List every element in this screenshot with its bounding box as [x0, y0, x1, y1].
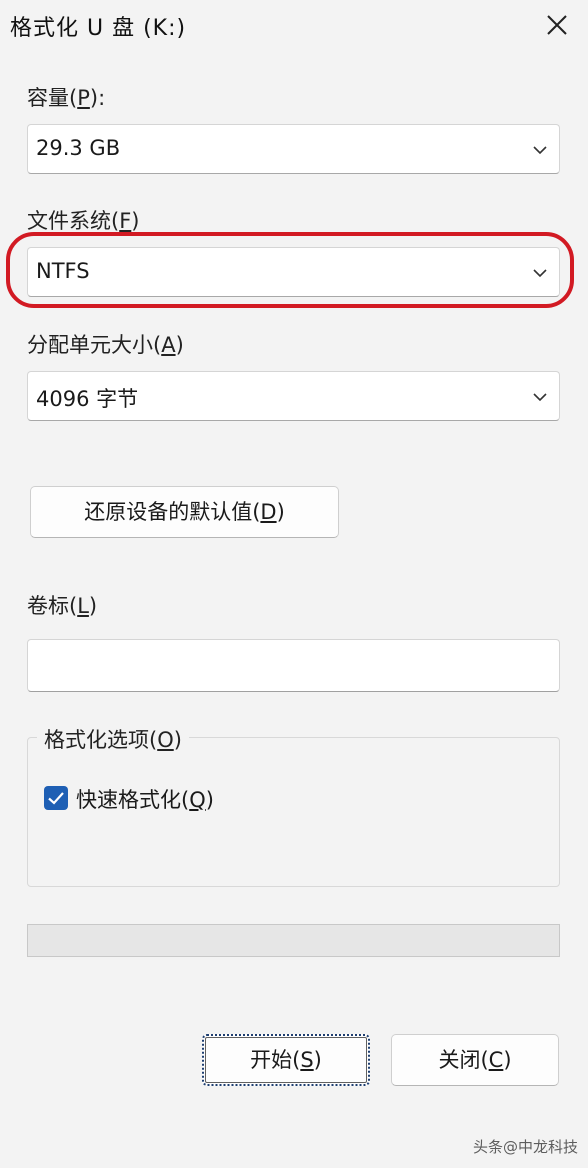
- watermark-text: 头条@中龙科技: [472, 1138, 578, 1156]
- title-bar: 格式化 U 盘 (K:): [0, 0, 588, 52]
- chevron-down-icon: [533, 393, 547, 402]
- checkmark-icon: [48, 792, 64, 805]
- window-close-button[interactable]: [542, 10, 572, 40]
- filesystem-label: 文件系统(F): [27, 209, 140, 233]
- close-button[interactable]: 关闭(C): [391, 1034, 559, 1086]
- allocation-label: 分配单元大小(A): [27, 333, 184, 357]
- filesystem-select[interactable]: NTFS: [27, 247, 560, 297]
- format-dialog: 格式化 U 盘 (K:) 容量(P): 29.3 GB 文件系统(F) NTFS…: [0, 0, 588, 1168]
- format-options-legend: 格式化选项(O): [37, 724, 189, 754]
- restore-defaults-label: 还原设备的默认值(D): [84, 500, 285, 524]
- chevron-down-icon: [533, 269, 547, 278]
- capacity-label: 容量(P):: [27, 86, 106, 110]
- allocation-value: 4096 字节: [36, 387, 139, 411]
- close-icon: [547, 15, 567, 35]
- allocation-select[interactable]: 4096 字节: [27, 371, 560, 421]
- quick-format-checkbox[interactable]: [44, 786, 68, 810]
- volume-label-label: 卷标(L): [27, 594, 98, 618]
- chevron-down-icon: [533, 146, 547, 155]
- capacity-select[interactable]: 29.3 GB: [27, 124, 560, 174]
- close-button-label: 关闭(C): [438, 1048, 512, 1072]
- restore-defaults-button[interactable]: 还原设备的默认值(D): [30, 486, 339, 538]
- window-title: 格式化 U 盘 (K:): [10, 16, 187, 41]
- capacity-value: 29.3 GB: [36, 136, 121, 160]
- format-progress-bar: [27, 924, 560, 957]
- quick-format-label: 快速格式化(Q): [76, 788, 214, 812]
- start-button-label: 开始(S): [250, 1048, 322, 1072]
- filesystem-value: NTFS: [36, 259, 90, 283]
- start-button[interactable]: 开始(S): [202, 1034, 370, 1086]
- volume-label-input[interactable]: [27, 639, 560, 692]
